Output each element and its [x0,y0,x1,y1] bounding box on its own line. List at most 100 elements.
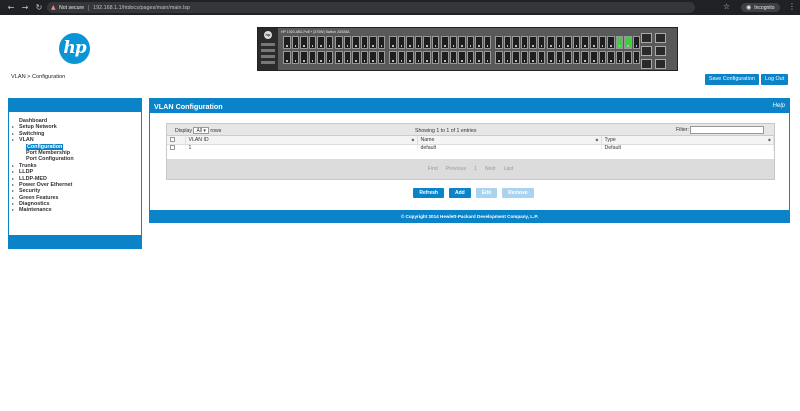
port[interactable] [308,36,316,49]
port[interactable] [317,51,325,64]
port[interactable] [300,51,308,64]
port[interactable] [423,51,431,64]
port[interactable] [564,36,572,49]
port[interactable] [624,51,632,64]
table-row[interactable]: 1 default Default [167,144,774,151]
port[interactable] [503,36,511,49]
sidebar-item-maintenance[interactable]: ▸ Maintenance [12,207,74,213]
port[interactable] [343,51,351,64]
port[interactable] [352,51,360,64]
port-active[interactable] [615,36,623,49]
port[interactable] [520,36,528,49]
port[interactable] [503,51,511,64]
pager-next[interactable]: Next [483,165,498,173]
port[interactable] [607,36,615,49]
port[interactable] [441,36,449,49]
port[interactable] [389,36,397,49]
port[interactable] [406,36,414,49]
edit-button[interactable]: Edit [475,188,498,198]
sfp-port[interactable] [655,59,666,69]
port[interactable] [564,51,572,64]
port[interactable] [283,51,291,64]
port[interactable] [598,51,606,64]
sfp-port[interactable] [641,59,652,69]
port[interactable] [335,36,343,49]
port[interactable] [520,51,528,64]
port[interactable] [598,36,606,49]
sfp-port[interactable] [641,33,652,43]
pager-last[interactable]: Last [502,165,516,173]
port[interactable] [377,51,385,64]
port[interactable] [449,36,457,49]
port[interactable] [369,36,377,49]
port[interactable] [632,36,640,49]
reload-icon[interactable]: ↻ [33,2,45,14]
port[interactable] [555,51,563,64]
port[interactable] [377,36,385,49]
sfp-port[interactable] [641,46,652,56]
help-link[interactable]: Help [773,103,785,109]
port[interactable] [458,51,466,64]
port[interactable] [537,51,545,64]
sfp-port[interactable] [655,33,666,43]
port[interactable] [325,51,333,64]
port[interactable] [537,36,545,49]
incognito-badge[interactable]: ◉ Incognito [741,3,780,12]
sfp-port[interactable] [655,46,666,56]
port[interactable] [547,51,555,64]
port[interactable] [431,51,439,64]
address-bar[interactable]: ▲ Not secure 192.168.1.1/htdocs/pages/ma… [47,2,695,13]
filter-input[interactable] [690,126,764,134]
port[interactable] [406,51,414,64]
port[interactable] [449,51,457,64]
save-configuration-button[interactable]: Save Configuration [705,74,759,85]
port[interactable] [423,36,431,49]
port[interactable] [495,36,503,49]
back-icon[interactable]: ← [5,2,17,14]
port[interactable] [397,36,405,49]
port[interactable] [529,51,537,64]
port[interactable] [360,51,368,64]
pager-first[interactable]: First [426,165,440,173]
port[interactable] [458,36,466,49]
port[interactable] [352,36,360,49]
port[interactable] [308,51,316,64]
pager-page[interactable]: 1 [472,165,479,173]
port[interactable] [466,51,474,64]
bookmark-star-icon[interactable]: ☆ [723,2,730,11]
port[interactable] [283,36,291,49]
select-all-checkbox[interactable] [170,136,175,142]
port[interactable] [360,36,368,49]
port[interactable] [483,51,491,64]
port[interactable] [475,51,483,64]
column-header-type[interactable]: Type ◆ [601,136,774,145]
port[interactable] [495,51,503,64]
port[interactable] [590,36,598,49]
logout-button[interactable]: Log Out [761,74,789,85]
port[interactable] [431,36,439,49]
port[interactable] [581,36,589,49]
port[interactable] [466,36,474,49]
pager-previous[interactable]: Previous [444,165,468,173]
port[interactable] [512,51,520,64]
port[interactable] [581,51,589,64]
kebab-menu-icon[interactable]: ⋮ [788,2,796,11]
port[interactable] [291,51,299,64]
add-button[interactable]: Add [448,188,471,198]
port[interactable] [343,36,351,49]
display-rows-select[interactable]: All ▾ [193,127,209,134]
port[interactable] [414,36,422,49]
port[interactable] [369,51,377,64]
port[interactable] [291,36,299,49]
port[interactable] [441,51,449,64]
port[interactable] [475,36,483,49]
forward-icon[interactable]: → [19,2,31,14]
port[interactable] [632,51,640,64]
column-header-name[interactable]: Name ◆ [417,136,602,145]
port[interactable] [572,36,580,49]
port[interactable] [300,36,308,49]
port[interactable] [414,51,422,64]
refresh-button[interactable]: Refresh [413,188,444,198]
port[interactable] [325,36,333,49]
port[interactable] [555,36,563,49]
